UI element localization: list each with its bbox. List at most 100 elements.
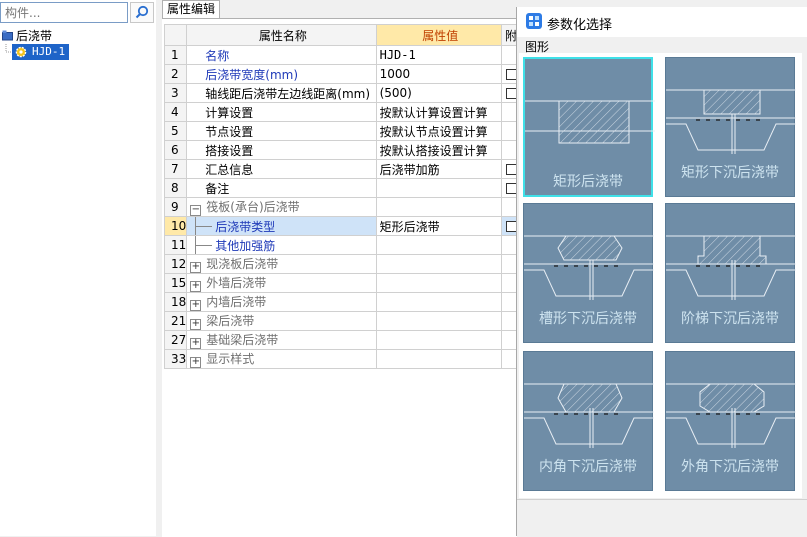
property-name-cell[interactable]: + 内墙后浇带 — [186, 292, 377, 312]
shape-option-label: 阶梯下沉后浇带 — [681, 311, 779, 327]
property-name: 搭接设置 — [205, 143, 254, 158]
expand-icon[interactable]: + — [190, 262, 202, 273]
expand-icon[interactable]: + — [190, 357, 202, 368]
property-name: 外墙后浇带 — [206, 276, 267, 290]
row-index: 6 — [163, 140, 188, 160]
dialog-title: 参数化选择 — [547, 18, 613, 33]
table-row[interactable]: 7 汇总信息 后浇带加筋 — [163, 159, 519, 179]
row-index: 33 — [163, 349, 188, 369]
property-name-cell[interactable]: 搭接设置 — [186, 140, 377, 160]
component-list-panel: 后浇带 HJD-1 — [0, 0, 157, 536]
property-value[interactable]: 1000 — [375, 64, 502, 84]
table-row[interactable]: 1 名称 HJD-1 — [163, 45, 519, 65]
shape-options-panel: 矩形后浇带 矩形下沉后浇带槽形下沉后浇带 阶梯下沉后浇带内角下沉后浇带 外角下沉后浇带 — [519, 53, 802, 498]
parametric-select-dialog: 参数化选择 图形 矩形后浇带 矩形下沉后浇带 槽形下沉后浇带 阶梯下沉后浇带 内角下沉后… — [516, 7, 807, 537]
property-grid-area: 属性名称 属性值 附 1 名称 HJD-1 2 后浇带宽度(mm) 1000 3 轴线距后浇带… — [162, 18, 519, 537]
shape-option-inner-sunk[interactable]: 内角下沉后浇带 — [523, 351, 654, 491]
property-name-cell[interactable]: + 基础梁后浇带 — [186, 330, 377, 350]
table-row[interactable]: 33 + 显示样式 — [163, 349, 519, 369]
component-tree: 后浇带 HJD-1 — [0, 28, 156, 60]
property-name-cell[interactable]: 其他加强筋 — [186, 235, 377, 255]
property-value[interactable]: 按默认搭接设置计算 — [375, 140, 502, 160]
property-value[interactable]: (500) — [375, 83, 502, 103]
tree-node-root[interactable]: 后浇带 — [0, 28, 156, 44]
collapse-icon[interactable]: − — [190, 205, 202, 216]
property-value[interactable] — [375, 311, 502, 331]
search-input[interactable] — [1, 3, 127, 22]
property-name-cell[interactable]: 计算设置 — [186, 102, 377, 122]
row-index: 21 — [163, 311, 188, 331]
expand-icon[interactable]: + — [190, 300, 202, 311]
property-value[interactable]: 按默认计算设置计算 — [375, 102, 502, 122]
expand-icon[interactable]: + — [190, 281, 202, 292]
property-name: 后浇带类型 — [215, 219, 276, 234]
table-row[interactable]: 8 备注 — [163, 178, 519, 198]
table-row[interactable]: 12 + 现浇板后浇带 — [163, 254, 519, 274]
property-value[interactable] — [375, 235, 502, 255]
row-index: 2 — [163, 64, 188, 84]
table-row[interactable]: 9− 筏板(承台)后浇带 — [163, 197, 519, 217]
table-row[interactable]: 21 + 梁后浇带 — [163, 311, 519, 331]
property-value[interactable] — [375, 178, 502, 198]
row-index: 1 — [163, 45, 188, 65]
tree-node-child[interactable]: HJD-1 — [0, 44, 156, 60]
shape-option-step-sunk[interactable]: 阶梯下沉后浇带 — [665, 203, 796, 343]
table-row[interactable]: 2 后浇带宽度(mm) 1000 — [163, 64, 519, 84]
property-value[interactable] — [375, 197, 502, 217]
property-value[interactable]: 后浇带加筋 — [375, 159, 502, 179]
expand-icon[interactable]: + — [190, 338, 202, 349]
property-name-cell[interactable]: 节点设置 — [186, 121, 377, 141]
property-name-cell[interactable]: + 外墙后浇带 — [186, 273, 377, 293]
search-field[interactable] — [0, 2, 128, 23]
table-row[interactable]: 10 后浇带类型 矩形后浇带 — [163, 216, 519, 236]
property-name-cell[interactable]: 后浇带类型 — [186, 216, 377, 236]
property-name-cell[interactable]: − 筏板(承台)后浇带 — [186, 197, 377, 217]
search-button[interactable] — [130, 2, 154, 23]
property-value[interactable] — [375, 254, 502, 274]
tab-property-edit[interactable]: 属性编辑 — [162, 0, 220, 18]
dialog-footer — [517, 499, 807, 537]
property-name: 现浇板后浇带 — [206, 257, 279, 271]
shape-option-outer-sunk[interactable]: 外角下沉后浇带 — [665, 351, 796, 491]
property-name-cell[interactable]: 备注 — [186, 178, 377, 198]
table-row[interactable]: 15 + 外墙后浇带 — [163, 273, 519, 293]
property-value[interactable] — [375, 292, 502, 312]
search-icon — [135, 5, 149, 19]
property-name-cell[interactable]: 轴线距后浇带左边线距离(mm) — [186, 83, 377, 103]
property-value[interactable]: HJD-1 — [375, 45, 502, 65]
property-name: 节点设置 — [205, 124, 254, 139]
shape-option-rect-sunk[interactable]: 矩形下沉后浇带 — [665, 57, 796, 197]
shape-diagram — [524, 235, 654, 300]
property-name-cell[interactable]: + 现浇板后浇带 — [186, 254, 377, 274]
shape-option-label: 矩形下沉后浇带 — [681, 165, 779, 181]
table-row[interactable]: 5 节点设置 按默认节点设置计算 — [163, 121, 519, 141]
table-row[interactable]: 18 + 内墙后浇带 — [163, 292, 519, 312]
row-index: 27 — [163, 330, 188, 350]
table-row[interactable]: 27 + 基础梁后浇带 — [163, 330, 519, 350]
property-value[interactable]: 矩形后浇带 — [375, 216, 502, 236]
property-name-cell[interactable]: 名称 — [186, 45, 377, 65]
row-index: 15 — [163, 273, 188, 293]
property-name: 基础梁后浇带 — [206, 333, 279, 347]
property-name: 显示样式 — [206, 352, 255, 366]
dialog-titlebar[interactable]: 参数化选择 — [517, 7, 807, 37]
property-name-cell[interactable]: 后浇带宽度(mm) — [186, 64, 377, 84]
property-value[interactable] — [375, 273, 502, 293]
shape-option-rect[interactable]: 矩形后浇带 — [523, 57, 655, 197]
property-name-cell[interactable]: + 梁后浇带 — [186, 311, 377, 331]
property-name: 梁后浇带 — [206, 314, 255, 328]
header-value: 属性值 — [375, 24, 502, 46]
table-row[interactable]: 6 搭接设置 按默认搭接设置计算 — [163, 140, 519, 160]
property-name-cell[interactable]: + 显示样式 — [186, 349, 377, 369]
property-name-cell[interactable]: 汇总信息 — [186, 159, 377, 179]
expand-icon[interactable]: + — [190, 319, 202, 330]
property-value[interactable] — [375, 330, 502, 350]
shape-option-trough-sunk[interactable]: 槽形下沉后浇带 — [523, 203, 654, 343]
table-row[interactable]: 4 计算设置 按默认计算设置计算 — [163, 102, 519, 122]
shape-diagram — [525, 100, 655, 144]
row-index: 11 — [163, 235, 188, 255]
property-value[interactable] — [375, 349, 502, 369]
property-value[interactable]: 按默认节点设置计算 — [375, 121, 502, 141]
table-row[interactable]: 11 其他加强筋 — [163, 235, 519, 255]
table-row[interactable]: 3 轴线距后浇带左边线距离(mm) (500) — [163, 83, 519, 103]
